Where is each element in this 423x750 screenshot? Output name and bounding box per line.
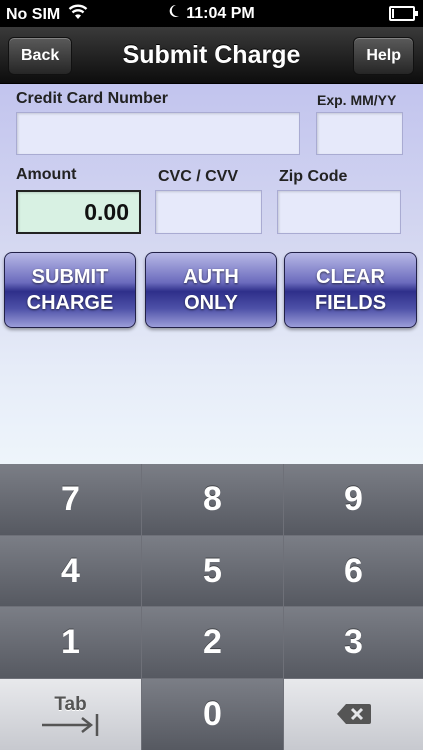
- amount-input[interactable]: 0.00: [16, 190, 141, 234]
- zip-code-input[interactable]: [277, 190, 401, 234]
- key-8[interactable]: 8: [142, 464, 284, 536]
- expiry-input[interactable]: [316, 112, 403, 155]
- navigation-bar: Back Submit Charge Help: [0, 27, 423, 84]
- tab-key[interactable]: Tab: [0, 679, 142, 750]
- status-bar: No SIM 11:04 PM: [0, 0, 423, 27]
- submit-charge-label-line2: CHARGE: [26, 292, 114, 314]
- zip-code-label: Zip Code: [279, 168, 348, 185]
- moon-icon: [168, 4, 180, 23]
- key-2[interactable]: 2: [142, 607, 284, 679]
- tab-key-label: Tab: [54, 693, 87, 715]
- key-4[interactable]: 4: [0, 536, 142, 607]
- cvc-input[interactable]: [155, 190, 262, 234]
- help-button[interactable]: Help: [353, 37, 414, 75]
- tab-arrow-icon: [40, 713, 102, 736]
- key-0[interactable]: 0: [142, 679, 284, 750]
- card-number-label: Credit Card Number: [16, 90, 169, 107]
- backspace-icon: [336, 695, 372, 734]
- key-3[interactable]: 3: [284, 607, 423, 679]
- key-9[interactable]: 9: [284, 464, 423, 536]
- cvc-label: CVC / CVV: [158, 168, 239, 185]
- auth-only-label-line1: AUTH: [183, 266, 239, 288]
- auth-only-button[interactable]: AUTH ONLY: [145, 252, 277, 328]
- key-6[interactable]: 6: [284, 536, 423, 607]
- card-number-input[interactable]: [16, 112, 300, 155]
- key-7[interactable]: 7: [0, 464, 142, 536]
- expiry-label: Exp. MM/YY: [317, 92, 397, 108]
- clear-fields-label-line2: FIELDS: [314, 292, 387, 314]
- key-1[interactable]: 1: [0, 607, 142, 679]
- clock-label: 11:04 PM: [186, 4, 255, 22]
- battery-icon: [389, 6, 418, 21]
- numeric-keypad: 7 8 9 4 5 6 1 2 3 Tab 0: [0, 464, 423, 750]
- clear-fields-label-line1: CLEAR: [316, 266, 385, 288]
- submit-charge-button[interactable]: SUBMIT CHARGE: [4, 252, 136, 328]
- amount-label: Amount: [16, 166, 77, 183]
- clear-fields-button[interactable]: CLEAR FIELDS: [284, 252, 417, 328]
- auth-only-label-line2: ONLY: [184, 292, 238, 314]
- backspace-key[interactable]: [284, 679, 423, 750]
- submit-charge-label-line1: SUBMIT: [31, 266, 109, 288]
- key-5[interactable]: 5: [142, 536, 284, 607]
